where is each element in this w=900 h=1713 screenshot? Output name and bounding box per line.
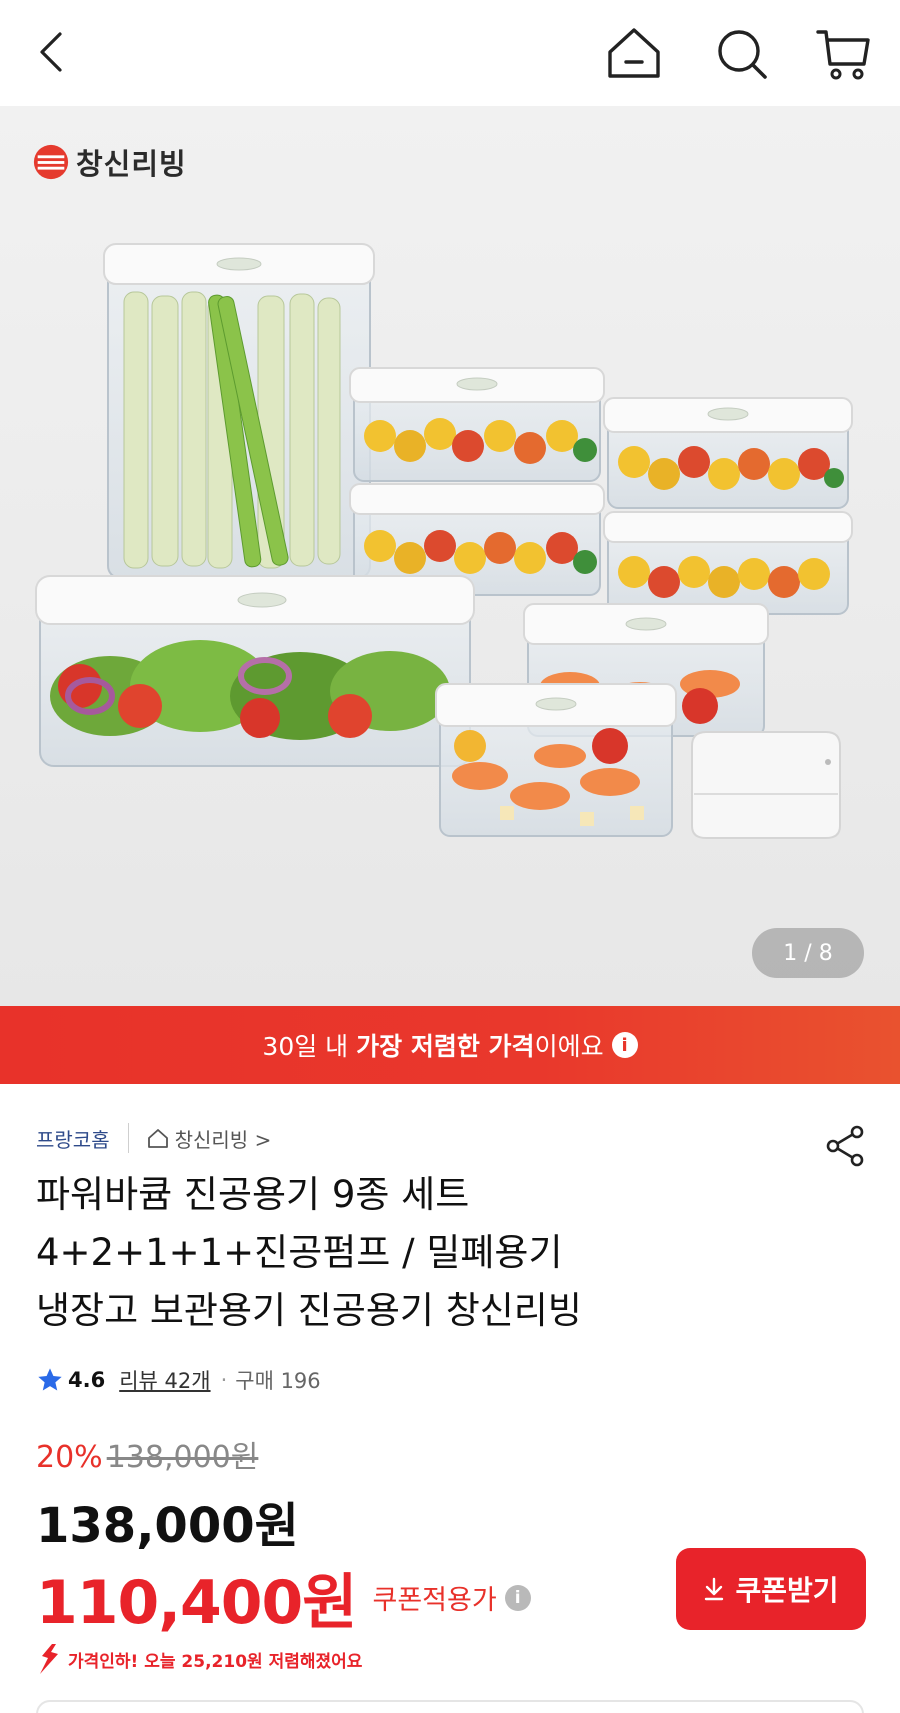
- reviews-link[interactable]: 리뷰 42개: [119, 1365, 210, 1395]
- share-icon: [826, 1125, 864, 1167]
- coupon-price-row: 110,400원 쿠폰적용가 i: [36, 1554, 531, 1641]
- shop-name-link[interactable]: 프랑코홈: [36, 1124, 110, 1153]
- seller-row: 프랑코홈 창신리빙 >: [36, 1120, 271, 1156]
- info-icon[interactable]: i: [611, 1032, 638, 1058]
- coupon-price-label: 쿠폰적용가: [372, 1585, 497, 1616]
- coupon-info-icon[interactable]: i: [504, 1584, 531, 1611]
- small-container-1: [349, 367, 605, 482]
- brand-logo-mark: [33, 144, 69, 180]
- discount-row: 20% 138,000원: [36, 1432, 258, 1476]
- get-coupon-label: 쿠폰받기: [735, 1575, 839, 1606]
- tall-container: [103, 243, 375, 579]
- chevron-left-icon: [40, 32, 62, 72]
- lowest-price-banner[interactable]: 30일 내 가장 저렴한 가격 이에요 i: [0, 1006, 900, 1084]
- rating-row: 4.6 리뷰 42개 · 구매 196: [36, 1362, 321, 1398]
- back-button[interactable]: [30, 28, 78, 76]
- search-button[interactable]: [712, 24, 772, 84]
- banner-text-prefix: 30일 내: [262, 1032, 357, 1061]
- star-icon: [38, 1368, 62, 1391]
- home-button[interactable]: [604, 24, 664, 84]
- product-title: 파워바큠 진공용기 9종 세트 4+2+1+1+진공펌프 / 밀폐용기 냉장고 …: [36, 1166, 836, 1340]
- purchase-count: 구매 196: [235, 1369, 321, 1393]
- brand-logo-text: 창신리빙: [76, 147, 187, 181]
- image-pager: 1 / 8: [752, 928, 864, 978]
- cart-icon: [816, 30, 870, 80]
- share-button[interactable]: [824, 1124, 866, 1168]
- top-app-bar: [0, 0, 900, 106]
- sale-price: 138,000원: [36, 1498, 299, 1554]
- search-icon: [718, 30, 767, 79]
- next-section-card: [36, 1700, 864, 1713]
- product-title-line: 파워바큠 진공용기 9종 세트: [36, 1173, 470, 1216]
- product-title-line: 냉장고 보관용기 진공용기 창신리빙: [36, 1289, 582, 1332]
- download-icon: [705, 1577, 724, 1601]
- salad-container: [35, 575, 475, 767]
- discount-rate: 20%: [36, 1440, 103, 1475]
- price-drop-notice: 가격인하! 오늘 25,210원 저렴해졌어요: [36, 1642, 362, 1676]
- product-title-line: 4+2+1+1+진공펌프 / 밀폐용기: [36, 1231, 563, 1274]
- price-drop-text: 가격인하! 오늘 25,210원 저렴해졌어요: [68, 1651, 363, 1672]
- product-image-carousel[interactable]: 창신리빙 1 / 8: [0, 106, 900, 1006]
- store-home-icon: [147, 1129, 168, 1148]
- price-down-arrow-icon: [40, 1644, 58, 1674]
- brand-logo: 창신리빙: [32, 142, 187, 182]
- small-container-4: [603, 511, 853, 615]
- coupon-price: 110,400원: [36, 1568, 357, 1638]
- seller-divider: [127, 1123, 129, 1153]
- brand-store-name: 창신리빙 >: [174, 1127, 272, 1152]
- separator-dot: ·: [220, 1368, 228, 1392]
- home-icon: [608, 28, 660, 78]
- banner-text-suffix: 이에요: [534, 1032, 604, 1061]
- rating-score: 4.6: [68, 1368, 106, 1392]
- get-coupon-button[interactable]: 쿠폰받기: [676, 1548, 866, 1630]
- cart-button[interactable]: [814, 24, 874, 84]
- small-container-3: [603, 397, 853, 509]
- brand-store-link[interactable]: 창신리빙 >: [147, 1124, 272, 1153]
- original-price: 138,000원: [106, 1440, 259, 1475]
- product-photo: [0, 106, 900, 1006]
- vacuum-pump: [691, 731, 841, 839]
- banner-text-bold: 가장 저렴한 가격: [356, 1032, 535, 1061]
- shrimp-container-front: [435, 683, 677, 837]
